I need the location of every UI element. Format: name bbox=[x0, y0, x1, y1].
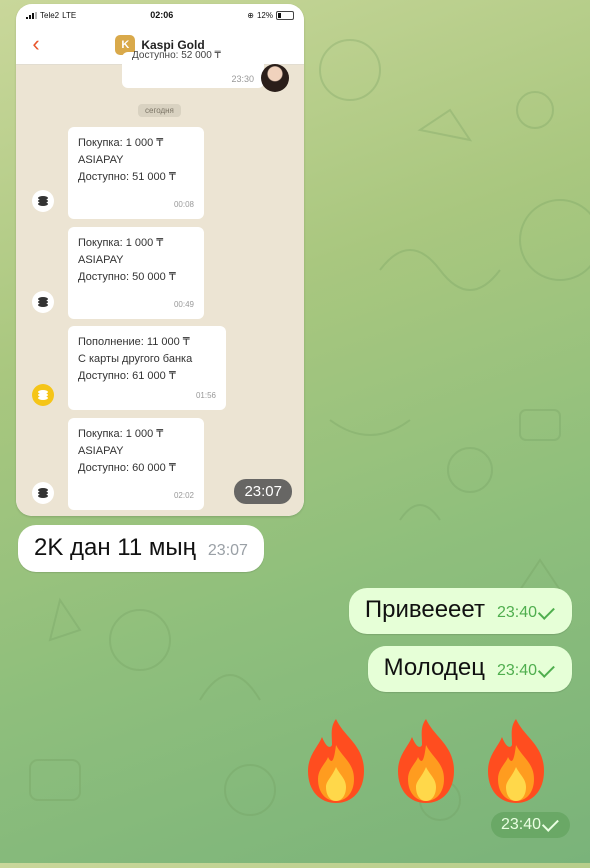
message-text: Привеееет bbox=[364, 596, 485, 623]
kaspi-chat-area: Доступно: 52 000 ₸ 23:30 сегодня Покупка… bbox=[16, 50, 304, 516]
transaction-message: Пополнение: 11 000 ₸ С карты другого бан… bbox=[68, 326, 226, 410]
partial-message-time: 23:30 bbox=[231, 74, 254, 84]
tx-line: ASIAPAY bbox=[78, 254, 124, 266]
battery-icon bbox=[275, 10, 294, 20]
status-bar: Tele2 LTE 02:06 ⊕ 12% bbox=[16, 4, 304, 26]
network-type: LTE bbox=[62, 10, 77, 20]
tx-line: Доступно: 50 000 ₸ bbox=[78, 271, 176, 283]
tx-line: Доступно: 51 000 ₸ bbox=[78, 171, 176, 183]
status-time: 02:06 bbox=[150, 10, 174, 20]
outgoing-message[interactable]: Молодец 23:40 bbox=[367, 646, 572, 692]
back-chevron-icon: ‹ bbox=[32, 31, 40, 56]
tx-line: Доступно: 60 000 ₸ bbox=[78, 462, 176, 474]
tx-line: С карты другого банка bbox=[78, 353, 193, 365]
tx-line: Покупка: 1 000 ₸ bbox=[78, 137, 164, 149]
carrier-name: Tele2 bbox=[40, 10, 60, 20]
message-time: 23:40 bbox=[500, 816, 541, 833]
tx-time: 00:08 bbox=[173, 200, 194, 209]
coins-icon bbox=[32, 482, 54, 504]
fire-emoji-icon bbox=[488, 719, 544, 803]
tx-line: Покупка: 1 000 ₸ bbox=[78, 237, 164, 249]
battery-percent: 12% bbox=[256, 10, 273, 20]
transaction-message: Покупка: 1 000 ₸ ASIAPAY Доступно: 51 00… bbox=[68, 127, 204, 219]
date-separator: сегодня bbox=[138, 104, 181, 117]
tx-line: Пополнение: 11 000 ₸ bbox=[78, 336, 190, 348]
fire-emoji-icon bbox=[398, 719, 454, 803]
message-time: 23:40 bbox=[496, 662, 537, 679]
transaction-message: Покупка: 1 000 ₸ ASIAPAY Доступно: 60 00… bbox=[68, 418, 204, 510]
outgoing-message[interactable]: Привеееет 23:40 bbox=[348, 588, 572, 634]
message-time: 23:40 bbox=[496, 604, 537, 621]
alarm-icon: ⊕ bbox=[247, 10, 254, 20]
phone-screenshot: Tele2 LTE 02:06 ⊕ 12% ‹ K Kaspi Gold Дос… bbox=[16, 4, 304, 516]
message-time: 23:07 bbox=[207, 542, 248, 559]
read-check-icon bbox=[537, 660, 555, 678]
coins-icon bbox=[32, 384, 54, 406]
screenshot-message[interactable]: Tele2 LTE 02:06 ⊕ 12% ‹ K Kaspi Gold Дос… bbox=[16, 4, 304, 516]
message-text: Молодец bbox=[383, 654, 485, 681]
partial-message: Доступно: 52 000 ₸ 23:30 bbox=[122, 50, 264, 88]
tx-time: 02:02 bbox=[173, 491, 194, 500]
fire-emoji-icon bbox=[308, 719, 364, 803]
coins-icon bbox=[32, 190, 54, 212]
tx-time: 00:49 bbox=[173, 300, 194, 309]
read-check-icon bbox=[537, 602, 555, 620]
signal-icon bbox=[26, 11, 37, 19]
coins-icon bbox=[32, 291, 54, 313]
incoming-message[interactable]: 2K дан 11 мың 23:07 bbox=[18, 525, 264, 572]
avatar bbox=[261, 64, 289, 92]
partial-message-text: Доступно: 52 000 ₸ bbox=[132, 50, 221, 61]
emoji-message-time: 23:40 bbox=[490, 812, 570, 838]
tx-line: ASIAPAY bbox=[78, 445, 124, 457]
read-check-icon bbox=[541, 814, 559, 832]
screenshot-message-time: 23:07 bbox=[234, 479, 292, 504]
emoji-message[interactable] bbox=[300, 715, 552, 805]
tx-time: 01:56 bbox=[195, 391, 216, 400]
message-text: 2K дан 11 мың bbox=[34, 534, 196, 561]
transaction-message: Покупка: 1 000 ₸ ASIAPAY Доступно: 50 00… bbox=[68, 227, 204, 319]
tx-line: Покупка: 1 000 ₸ bbox=[78, 428, 164, 440]
tx-line: ASIAPAY bbox=[78, 154, 124, 166]
tx-line: Доступно: 61 000 ₸ bbox=[78, 370, 176, 382]
